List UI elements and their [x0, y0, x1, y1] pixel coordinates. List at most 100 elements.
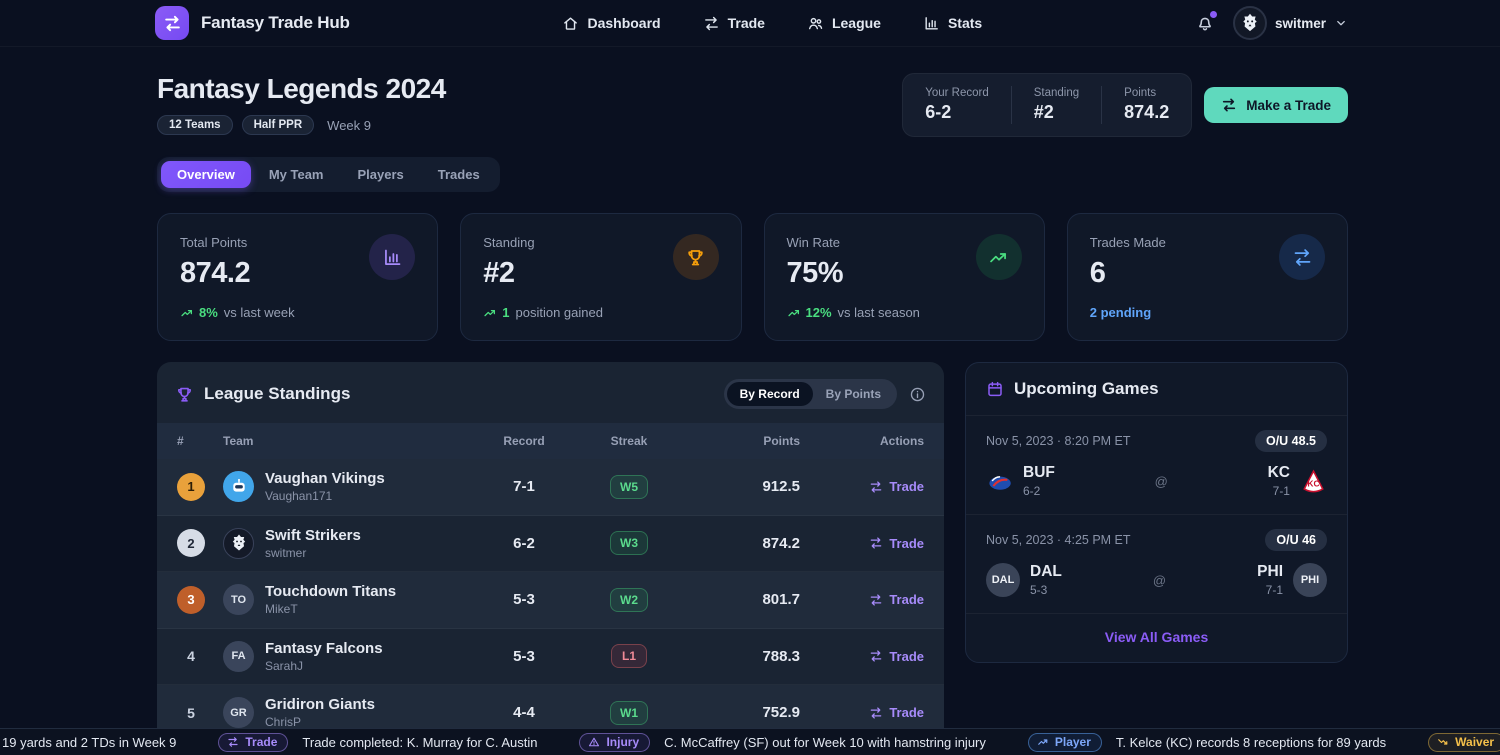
delta-value: 12%	[806, 305, 832, 320]
warning-triangle-icon	[588, 736, 600, 748]
record-strip: Your Record 6-2 Standing #2 Points 874.2	[902, 73, 1192, 137]
app-logo-swap-icon	[155, 6, 189, 40]
col-streak: Streak	[574, 434, 684, 448]
team-name: Touchdown Titans	[265, 583, 396, 600]
tab-players[interactable]: Players	[342, 161, 420, 188]
team-abbr: PHI	[1257, 563, 1283, 581]
col-actions: Actions	[814, 434, 924, 448]
trade-action-button[interactable]: Trade	[869, 536, 924, 551]
team-record: 7-1	[1257, 583, 1283, 597]
standings-header: League Standings By Record By Points	[157, 362, 944, 423]
fantasy-trade-hub-page: Fantasy Trade Hub Dashboard Trade League…	[0, 0, 1500, 755]
streak-badge: W1	[610, 701, 648, 725]
trade-action-button[interactable]: Trade	[869, 705, 924, 720]
games-footer: View All Games	[966, 614, 1347, 662]
trade-action-button[interactable]: Trade	[869, 649, 924, 664]
trade-label: Trade	[889, 592, 924, 607]
view-all-games-link[interactable]: View All Games	[1105, 629, 1209, 645]
tab-trades[interactable]: Trades	[422, 161, 496, 188]
swap-icon	[869, 593, 883, 607]
team-avatar-mascot	[223, 528, 254, 559]
league-badges: 12 Teams Half PPR Week 9	[157, 115, 446, 135]
points-stat: Points 874.2	[1102, 87, 1169, 123]
notifications-button[interactable]	[1195, 13, 1215, 33]
week-label: Week 9	[327, 118, 371, 133]
toggle-by-points[interactable]: By Points	[813, 382, 894, 406]
team-abbr: DAL	[1030, 563, 1062, 581]
nav-right: switmer	[1195, 6, 1348, 40]
user-menu[interactable]: switmer	[1233, 6, 1348, 40]
trending-up-icon	[180, 306, 194, 320]
team-record: 5-3	[1030, 583, 1062, 597]
trending-up-icon	[787, 306, 801, 320]
delta-up: 12%	[787, 305, 832, 320]
col-team: Team	[223, 434, 474, 448]
stat-value: #2	[1034, 102, 1079, 123]
bar-chart-icon	[369, 234, 415, 280]
game-row[interactable]: Nov 5, 2023 · 4:25 PM ET O/U 46 DAL DAL …	[966, 515, 1347, 614]
lower-section: League Standings By Record By Points # T…	[157, 362, 1348, 755]
dal-team-badge: DAL	[986, 563, 1020, 597]
brand[interactable]: Fantasy Trade Hub	[155, 6, 350, 40]
nav-item-league[interactable]: League	[807, 15, 881, 32]
trade-action-button[interactable]: Trade	[869, 592, 924, 607]
team-abbr: BUF	[1023, 464, 1055, 482]
table-row[interactable]: 3 TO Touchdown Titans MikeT 5-3 W2 801.7	[157, 572, 944, 629]
trade-label: Trade	[889, 479, 924, 494]
make-a-trade-button[interactable]: Make a Trade	[1204, 87, 1348, 123]
calendar-icon	[986, 380, 1004, 398]
ticker-text: Trade completed: K. Murray for C. Austin	[302, 735, 537, 750]
win-rate-card: Win Rate 75% 12% vs last season	[764, 213, 1045, 341]
table-row[interactable]: 1 Vaughan Vikings Vaughan171 7-1 W5 912.…	[157, 459, 944, 516]
news-ticker[interactable]: 19 yards and 2 TDs in Week 9 Trade Trade…	[0, 728, 1500, 755]
team-avatar-initials: FA	[223, 641, 254, 672]
game-row[interactable]: Nov 5, 2023 · 8:20 PM ET O/U 48.5 BUF 6-…	[966, 416, 1347, 515]
standings-column-headers: # Team Record Streak Points Actions	[157, 423, 944, 459]
league-header: Fantasy Legends 2024 12 Teams Half PPR W…	[157, 73, 446, 135]
tab-my-team[interactable]: My Team	[253, 161, 340, 188]
ticker-item: Injury C. McCaffrey (SF) out for Week 10…	[579, 733, 985, 752]
delta-up: 8%	[180, 305, 218, 320]
nav-item-trade[interactable]: Trade	[703, 15, 765, 32]
team-record: 6-2	[1023, 484, 1055, 498]
total-points-card: Total Points 874.2 8% vs last week	[157, 213, 438, 341]
nav-item-dashboard[interactable]: Dashboard	[562, 15, 660, 32]
pending-trades-note[interactable]: 2 pending	[1090, 305, 1151, 320]
streak-badge: W2	[610, 588, 648, 612]
ticker-text: C. McCaffrey (SF) out for Week 10 with h…	[664, 735, 986, 750]
trade-action-button[interactable]: Trade	[869, 479, 924, 494]
nav-item-stats[interactable]: Stats	[923, 15, 982, 32]
info-icon[interactable]	[909, 386, 926, 403]
trade-label: Trade	[889, 649, 924, 664]
stat-value: 6-2	[925, 102, 989, 123]
your-record-stat: Your Record 6-2	[925, 87, 1011, 123]
trending-up-icon	[483, 306, 497, 320]
chevron-down-icon	[1334, 16, 1348, 30]
trophy-icon	[175, 385, 194, 404]
standings-controls: By Record By Points	[724, 379, 926, 409]
rank-badge: 1	[177, 473, 205, 501]
card-delta: 1 position gained	[483, 305, 603, 320]
cta-label: Make a Trade	[1246, 98, 1331, 113]
at-separator: @	[1153, 573, 1166, 588]
trophy-icon	[673, 234, 719, 280]
team-points: 788.3	[684, 648, 814, 665]
nav-label: Stats	[948, 15, 982, 31]
standing-card: Standing #2 1 position gained	[460, 213, 741, 341]
injury-badge: Injury	[579, 733, 650, 752]
table-row[interactable]: 4 FA Fantasy Falcons SarahJ 5-3 L1 788.3	[157, 629, 944, 686]
toggle-by-record[interactable]: By Record	[727, 382, 813, 406]
team-name: Gridiron Giants	[265, 696, 375, 713]
table-row[interactable]: 2 Swift Strikers switmer 6-2 W3 874.2	[157, 516, 944, 573]
main-nav: Dashboard Trade League Stats	[350, 15, 1195, 32]
team-points: 801.7	[684, 591, 814, 608]
page-title: Fantasy Legends 2024	[157, 73, 446, 105]
rank-badge: 4	[177, 642, 205, 670]
delta-suffix: position gained	[515, 305, 602, 320]
team-record: 7-1	[1268, 484, 1290, 498]
swap-icon	[1279, 234, 1325, 280]
stat-cards: Total Points 874.2 8% vs last week Stand…	[157, 213, 1348, 341]
tab-overview[interactable]: Overview	[161, 161, 251, 188]
team-name: Vaughan Vikings	[265, 470, 385, 487]
team-points: 752.9	[684, 704, 814, 721]
